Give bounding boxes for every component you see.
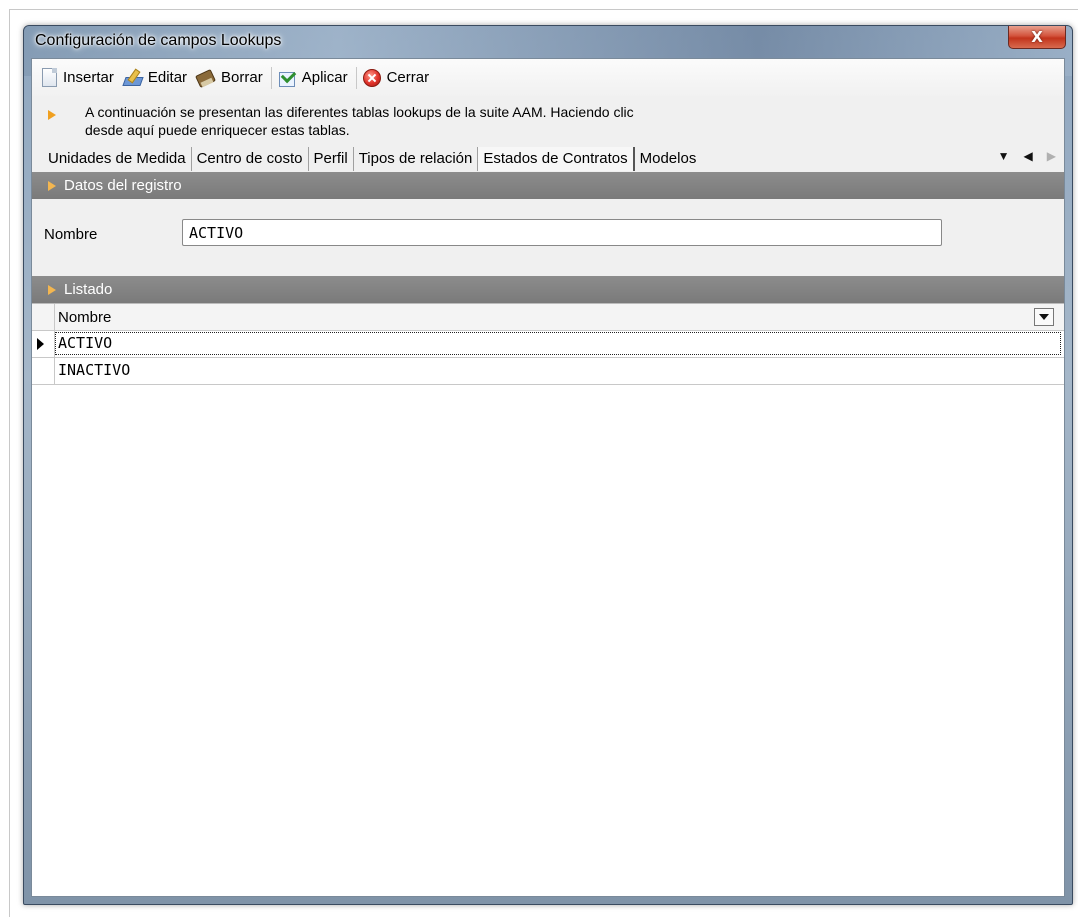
lookup-tabs: Unidades de Medida Centro de costo Perfi… [32, 145, 1064, 172]
record-form: Nombre [32, 199, 1064, 276]
row-indicator [32, 358, 55, 384]
list-section-title: Listado [64, 281, 113, 298]
info-line-1: A continuación se presentan las diferent… [85, 104, 634, 120]
tab-navigation: ▼ ◀ ▶ [998, 149, 1056, 163]
list-grid: Nombre ACTIVO INACTIVO [32, 303, 1064, 896]
eraser-icon [195, 69, 215, 87]
name-input[interactable] [182, 219, 942, 246]
list-section-header[interactable]: Listado [32, 276, 1064, 303]
info-arrow-icon [48, 110, 56, 120]
row-indicator [32, 331, 55, 357]
grid-header: Nombre [32, 304, 1064, 331]
title-bar[interactable]: Configuración de campos Lookups X [24, 26, 1072, 58]
column-chooser-dropdown-icon[interactable] [1034, 308, 1054, 326]
lookup-config-window: Configuración de campos Lookups X Insert… [23, 25, 1073, 905]
delete-label: Borrar [221, 69, 263, 86]
info-panel: A continuación se presentan las diferent… [32, 96, 1064, 145]
edit-icon [122, 69, 142, 87]
edit-label: Editar [147, 69, 188, 86]
table-row[interactable]: ACTIVO [32, 331, 1064, 358]
window-close-button[interactable]: X [1008, 26, 1066, 49]
close-x-icon: X [1031, 28, 1043, 46]
record-section-title: Datos del registro [64, 177, 182, 194]
tab-centro-de-costo[interactable]: Centro de costo [192, 146, 309, 171]
window-title: Configuración de campos Lookups [35, 32, 282, 49]
info-text: A continuación se presentan las diferent… [85, 103, 985, 139]
close-button[interactable]: Cerrar [362, 68, 430, 87]
toolbar: Insertar Editar Borrar Aplicar Cerrar [32, 59, 1064, 96]
delete-button[interactable]: Borrar [195, 69, 263, 87]
section-expand-arrow-icon [48, 180, 56, 191]
record-section-header[interactable]: Datos del registro [32, 172, 1064, 199]
apply-label: Aplicar [301, 69, 348, 86]
toolbar-separator [355, 66, 357, 89]
tab-scroll-right-icon[interactable]: ▶ [1047, 149, 1056, 163]
edit-button[interactable]: Editar [122, 69, 187, 87]
new-document-icon [42, 68, 57, 87]
column-header-nombre[interactable]: Nombre [58, 309, 111, 326]
table-row[interactable]: INACTIVO [32, 358, 1064, 385]
tab-unidades-de-medida[interactable]: Unidades de Medida [32, 146, 192, 171]
apply-check-icon [278, 69, 296, 87]
tab-list-dropdown-icon[interactable]: ▼ [998, 149, 1010, 163]
info-line-2: desde aquí puede enriquecer estas tablas… [85, 122, 350, 138]
toolbar-separator [270, 66, 272, 89]
tab-estados-de-contratos[interactable]: Estados de Contratos [478, 146, 635, 171]
table-cell[interactable]: ACTIVO [55, 332, 1061, 355]
tab-tipos-de-relacion[interactable]: Tipos de relación [354, 146, 479, 171]
apply-button[interactable]: Aplicar [278, 69, 348, 87]
tab-perfil[interactable]: Perfil [309, 146, 354, 171]
tab-scroll-left-icon[interactable]: ◀ [1024, 149, 1033, 163]
close-circle-icon [362, 68, 381, 87]
section-expand-arrow-icon [48, 284, 56, 295]
insert-button[interactable]: Insertar [42, 68, 114, 87]
row-indicator-header [32, 304, 55, 330]
current-row-arrow-icon [37, 338, 44, 350]
tab-modelos[interactable]: Modelos [635, 147, 702, 171]
table-cell[interactable]: INACTIVO [55, 359, 1061, 382]
close-label: Cerrar [386, 69, 430, 86]
insert-label: Insertar [63, 69, 114, 86]
window-client: Insertar Editar Borrar Aplicar Cerrar A … [31, 58, 1065, 897]
name-label: Nombre [44, 226, 98, 243]
